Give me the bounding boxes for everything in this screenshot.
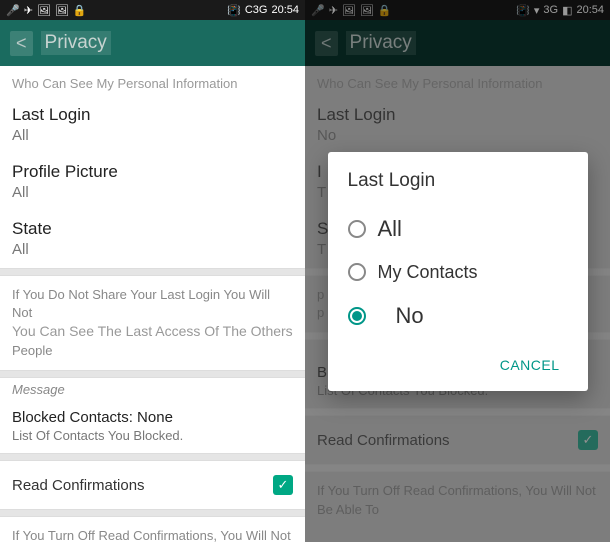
radio-label-no: No — [396, 303, 424, 329]
cancel-button[interactable]: CANCEL — [492, 349, 568, 381]
divider — [0, 453, 305, 461]
section-who-label: Who Can See My Personal Information — [0, 66, 305, 97]
profile-picture-value: All — [12, 184, 293, 201]
dialog-actions: CANCEL — [348, 339, 568, 381]
last-login-value: All — [12, 127, 293, 144]
radio-option-all[interactable]: All — [348, 206, 568, 252]
mic-icon: 🎤 — [6, 4, 20, 17]
radio-icon — [348, 220, 366, 238]
status-icons-right: 📳 C3G 20:54 — [227, 4, 299, 17]
lock-icon: 🔒 — [73, 4, 87, 17]
telegram-icon: ✈ — [24, 4, 33, 17]
profile-picture-title: Profile Picture — [12, 162, 293, 182]
last-login-title: Last Login — [12, 105, 293, 125]
info-line-2: You Can See The Last Access Of The Other… — [12, 322, 293, 342]
state-title: State — [12, 219, 293, 239]
left-screen: 🎤 ✈ 🖼 🖼 🔒 📳 C3G 20:54 < Privacy Who Can … — [0, 0, 305, 542]
radio-icon-selected — [348, 307, 366, 325]
read-info-text: If You Turn Off Read Confirmations, You … — [0, 517, 305, 542]
info-block: If You Do Not Share Your Last Login You … — [0, 276, 305, 370]
radio-label-all: All — [378, 216, 402, 242]
blocked-title: Blocked Contacts: None — [12, 409, 293, 426]
picture-icon: 🖼 — [55, 4, 69, 17]
blocked-subtitle: List Of Contacts You Blocked. — [12, 428, 293, 443]
vibrate-icon: 📳 — [227, 4, 241, 17]
info-line-3: People — [12, 342, 293, 360]
state-value: All — [12, 241, 293, 258]
clock-label: 20:54 — [271, 4, 299, 16]
profile-picture-item[interactable]: Profile Picture All — [0, 154, 305, 211]
radio-icon — [348, 263, 366, 281]
divider — [0, 268, 305, 276]
status-bar: 🎤 ✈ 🖼 🖼 🔒 📳 C3G 20:54 — [0, 0, 305, 20]
read-confirmations-label: Read Confirmations — [12, 477, 145, 494]
state-item[interactable]: State All — [0, 211, 305, 268]
right-screen: 🎤 ✈ 🖼 🖼 🔒 📳 ▾ 3G ◧ 20:54 < Privacy Who C… — [305, 0, 610, 542]
info-line-1: If You Do Not Share Your Last Login You … — [12, 286, 293, 322]
signal-label: C3G — [245, 4, 268, 16]
image-icon: 🖼 — [37, 4, 51, 17]
status-icons-left: 🎤 ✈ 🖼 🖼 🔒 — [6, 4, 87, 17]
blocked-contacts-item[interactable]: Blocked Contacts: None List Of Contacts … — [0, 401, 305, 453]
radio-option-my-contacts[interactable]: My Contacts — [348, 252, 568, 293]
message-section-label: Message — [0, 378, 305, 401]
last-login-item[interactable]: Last Login All — [0, 97, 305, 154]
radio-option-no[interactable]: No — [348, 293, 568, 339]
radio-label-my-contacts: My Contacts — [378, 262, 478, 283]
divider — [0, 370, 305, 378]
read-confirmations-checkbox[interactable]: ✓ — [273, 475, 293, 495]
page-title: Privacy — [41, 31, 111, 55]
header: < Privacy — [0, 20, 305, 66]
back-button[interactable]: < — [10, 31, 33, 56]
read-confirmations-item[interactable]: Read Confirmations ✓ — [0, 461, 305, 509]
divider — [0, 509, 305, 517]
content-area: Who Can See My Personal Information Last… — [0, 66, 305, 542]
modal-overlay[interactable]: Last Login All My Contacts No CANCEL — [305, 0, 610, 542]
dialog-title: Last Login — [348, 170, 568, 192]
last-login-dialog: Last Login All My Contacts No CANCEL — [328, 152, 588, 391]
